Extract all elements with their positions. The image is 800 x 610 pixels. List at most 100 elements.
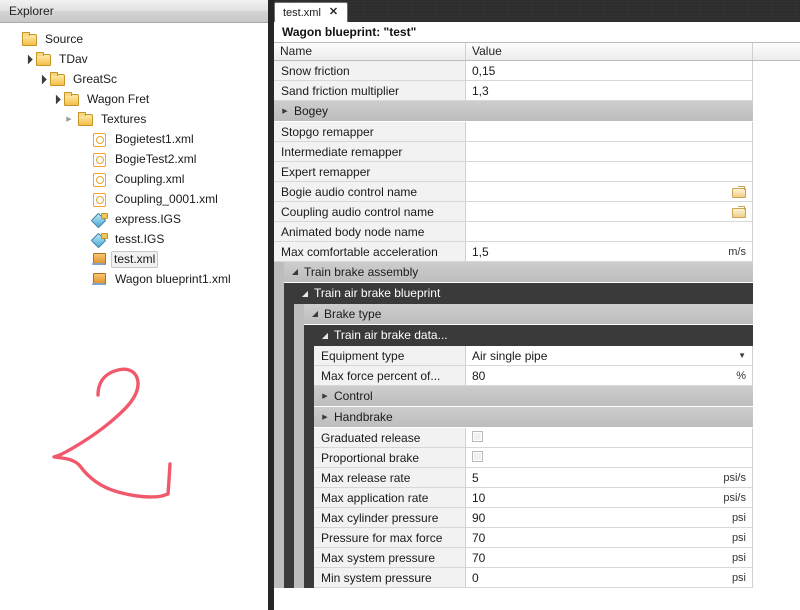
application-window: Explorer Source TDav GreatSc Wagon Fret Text…: [0, 0, 800, 610]
tree-item-label: Source: [45, 32, 84, 46]
chevron-down-icon[interactable]: ▼: [738, 346, 746, 365]
tree-item[interactable]: Coupling.xml: [0, 169, 268, 189]
group-title: Control: [334, 388, 373, 403]
property-name: Max application rate: [314, 488, 466, 508]
property-group-header[interactable]: Handbrake: [314, 407, 753, 428]
column-header-name[interactable]: Name: [274, 43, 466, 60]
property-value-cell[interactable]: 10 psi/s: [466, 488, 753, 508]
property-row: Max cylinder pressure 90 psi: [314, 508, 800, 528]
property-value-cell[interactable]: 90 psi: [466, 508, 753, 528]
tab-test-xml[interactable]: test.xml ✕: [274, 2, 348, 22]
chevron-down-icon[interactable]: [288, 261, 302, 283]
group-title: Train air brake blueprint: [314, 286, 441, 300]
group-title: Brake type: [324, 306, 382, 321]
property-row: Proportional brake: [314, 448, 800, 468]
property-value-cell[interactable]: [466, 182, 753, 202]
tree-item[interactable]: tesst.IGS: [0, 229, 268, 249]
property-value-cell[interactable]: [466, 222, 753, 242]
xml-circle-icon: [90, 171, 108, 187]
chevron-down-icon[interactable]: [298, 283, 312, 305]
property-group-header[interactable]: Bogey: [274, 101, 753, 122]
checkbox[interactable]: [472, 450, 483, 462]
property-value-cell[interactable]: 1,3: [466, 81, 753, 101]
chevron-down-icon[interactable]: [48, 89, 62, 110]
chevron-down-icon[interactable]: [34, 69, 48, 90]
tree-item-selected[interactable]: test.xml: [0, 249, 268, 269]
property-value-cell[interactable]: [466, 448, 753, 468]
nesting-rail: [274, 346, 284, 366]
property-value-cell[interactable]: [466, 202, 753, 222]
property-value-cell[interactable]: [466, 162, 753, 182]
property-row-wrapper: Pressure for max force 70 psi: [274, 528, 800, 548]
property-row-wrapper: Proportional brake: [274, 448, 800, 468]
nesting-rail: [284, 283, 294, 304]
group-title: Train air brake data...: [334, 328, 448, 342]
property-unit: m/s: [728, 245, 746, 258]
chevron-right-icon[interactable]: [318, 386, 332, 407]
property-value-cell[interactable]: [466, 142, 753, 162]
property-value-cell[interactable]: 70 psi: [466, 528, 753, 548]
tree-item[interactable]: Coupling_0001.xml: [0, 189, 268, 209]
tree-item[interactable]: Bogietest1.xml: [0, 129, 268, 149]
chevron-down-icon[interactable]: [20, 49, 34, 70]
property-group-header[interactable]: Control: [314, 386, 753, 407]
property-value-cell[interactable]: 0 psi: [466, 568, 753, 588]
nesting-rail: [294, 468, 304, 488]
nesting-rail: [294, 548, 304, 568]
browse-folder-icon[interactable]: [732, 205, 746, 218]
tree-item[interactable]: GreatSc: [0, 69, 268, 89]
property-name: Bogie audio control name: [274, 182, 466, 202]
row-right-spacer: [753, 142, 800, 162]
tree-item[interactable]: Wagon blueprint1.xml: [0, 269, 268, 289]
column-header-value[interactable]: Value: [466, 43, 753, 60]
row-right-spacer: [753, 428, 800, 448]
row-right-spacer: [753, 325, 800, 346]
property-group-header[interactable]: Train air brake data...: [314, 325, 753, 346]
property-value-cell[interactable]: Air single pipe ▼: [466, 346, 753, 366]
nesting-rail: [274, 528, 284, 548]
nesting-rail: [274, 488, 284, 508]
chevron-right-icon[interactable]: [278, 101, 292, 122]
file-tree[interactable]: Source TDav GreatSc Wagon Fret Textures Bogie…: [0, 23, 268, 289]
chevron-right-icon[interactable]: [62, 109, 76, 130]
property-row-wrapper: Stopgo remapper: [274, 122, 800, 142]
close-icon[interactable]: ✕: [329, 7, 338, 18]
tree-item[interactable]: Source: [0, 29, 268, 49]
property-row-wrapper: Min system pressure 0 psi: [274, 568, 800, 588]
tree-item[interactable]: Textures: [0, 109, 268, 129]
tree-item[interactable]: TDav: [0, 49, 268, 69]
property-group-header[interactable]: Train air brake blueprint: [294, 283, 753, 304]
nesting-rail: [284, 325, 294, 346]
property-value-cell[interactable]: 70 psi: [466, 548, 753, 568]
property-value-cell[interactable]: 80%: [466, 366, 753, 386]
tree-item[interactable]: BogieTest2.xml: [0, 149, 268, 169]
property-value-cell[interactable]: [466, 122, 753, 142]
tree-item[interactable]: Wagon Fret: [0, 89, 268, 109]
property-value-cell[interactable]: [466, 428, 753, 448]
row-right-spacer: [753, 222, 800, 242]
row-right-spacer: [753, 304, 800, 325]
nesting-rail: [284, 346, 294, 366]
property-value-text: 70: [472, 530, 486, 545]
checkbox[interactable]: [472, 430, 483, 442]
tree-item[interactable]: express.IGS: [0, 209, 268, 229]
property-value-cell[interactable]: 5 psi/s: [466, 468, 753, 488]
property-value-text: 80: [472, 368, 486, 383]
property-name: Sand friction multiplier: [274, 81, 466, 101]
column-header-spacer: [753, 43, 800, 60]
property-name: Animated body node name: [274, 222, 466, 242]
nesting-rail: [304, 488, 314, 508]
property-name: Graduated release: [314, 428, 466, 448]
property-group-header[interactable]: Train brake assembly: [284, 262, 753, 283]
property-value-cell[interactable]: 1,5 m/s: [466, 242, 753, 262]
nesting-rail: [294, 528, 304, 548]
browse-folder-icon[interactable]: [732, 185, 746, 198]
grid-header-row: Name Value: [274, 42, 800, 61]
chevron-down-icon[interactable]: [318, 325, 332, 347]
property-value-cell[interactable]: 0,15: [466, 61, 753, 81]
chevron-right-icon[interactable]: [318, 407, 332, 428]
tree-item-label: Wagon Fret: [87, 92, 150, 106]
row-right-spacer: [753, 202, 800, 222]
property-group-header[interactable]: Brake type: [304, 304, 753, 325]
chevron-down-icon[interactable]: [308, 303, 322, 325]
